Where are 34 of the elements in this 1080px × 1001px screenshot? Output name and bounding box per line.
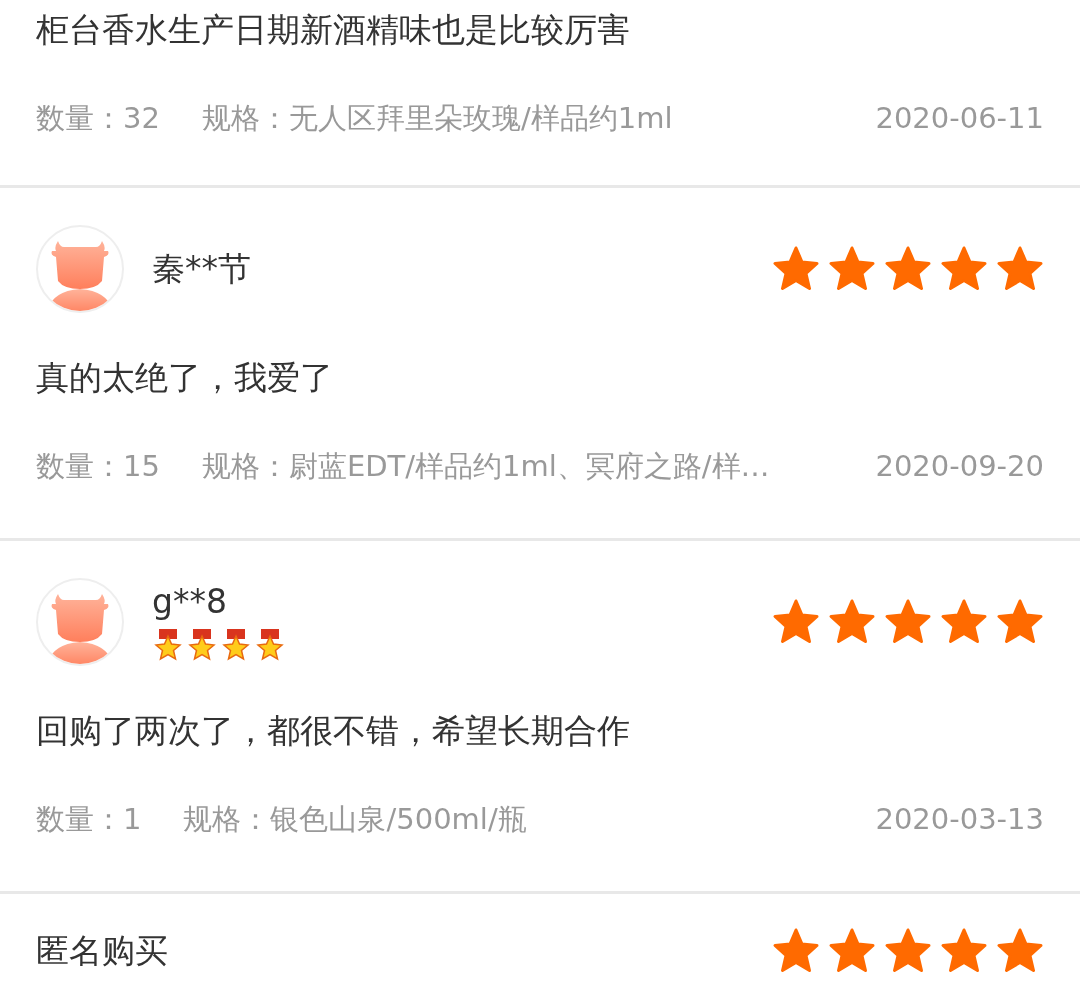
- star-icon: [940, 598, 988, 646]
- spec-text: 规格：无人区拜里朵玫瑰/样品约1ml: [201, 101, 673, 135]
- star-icon: [940, 927, 988, 975]
- review-date: 2020-03-13: [875, 801, 1044, 838]
- review-text: 柜台香水生产日期新酒精味也是比较厉害: [36, 9, 631, 51]
- star-icon: [828, 927, 876, 975]
- medal-icon: [254, 628, 286, 662]
- star-icon: [996, 245, 1044, 293]
- spec-text: 规格：银色山泉/500ml/瓶: [183, 802, 527, 836]
- user-name: 秦**节: [152, 249, 252, 289]
- review-date: 2020-09-20: [875, 448, 1044, 485]
- star-icon: [772, 927, 820, 975]
- medal-icon: [152, 628, 184, 662]
- spec-text: 规格：尉蓝EDT/样品约1ml、冥府之路/样…: [201, 449, 770, 483]
- review-text: 回购了两次了，都很不错，希望长期合作: [36, 710, 631, 752]
- review-text: 真的太绝了，我爱了: [36, 357, 334, 399]
- star-icon: [884, 245, 932, 293]
- user-name: 匿名购买: [36, 931, 169, 971]
- star-icon: [828, 245, 876, 293]
- star-icon: [884, 598, 932, 646]
- star-icon: [884, 927, 932, 975]
- star-icon: [772, 598, 820, 646]
- star-icon: [940, 245, 988, 293]
- medal-icon: [220, 628, 252, 662]
- user-name: g**8: [152, 582, 228, 622]
- medal-icon: [186, 628, 218, 662]
- star-icon: [828, 598, 876, 646]
- quantity-text: 数量：1: [36, 801, 142, 838]
- quantity-text: 数量：15: [36, 448, 160, 485]
- star-icon: [996, 927, 1044, 975]
- star-icon: [996, 598, 1044, 646]
- quantity-text: 数量：32: [36, 100, 160, 137]
- star-icon: [772, 245, 820, 293]
- review-date: 2020-06-11: [875, 100, 1044, 137]
